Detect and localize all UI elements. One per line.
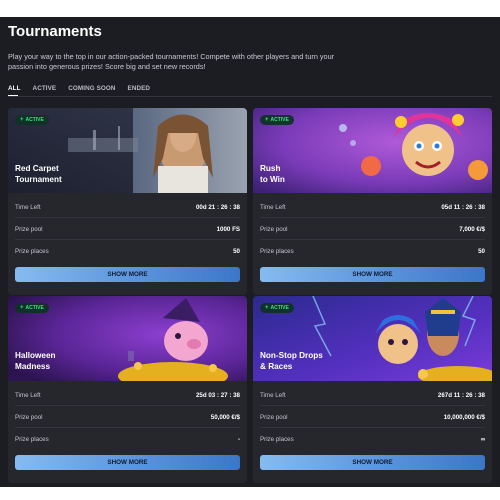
tournament-name: Non-Stop Drops & Races bbox=[260, 351, 323, 371]
prize-places-row: Prize places - bbox=[15, 435, 240, 443]
tab-all[interactable]: ALL bbox=[8, 85, 21, 92]
time-left-value: 05d 11 : 26 : 38 bbox=[441, 203, 485, 211]
time-left-value: 267d 11 : 26 : 38 bbox=[437, 391, 485, 399]
page-description: Play your way to the top in our action-p… bbox=[8, 52, 335, 71]
row-divider bbox=[260, 405, 485, 406]
row-divider bbox=[15, 405, 240, 406]
row-divider bbox=[260, 239, 485, 240]
tournaments-page: Tournaments Play your way to the top in … bbox=[0, 17, 500, 487]
tab-active[interactable]: ACTIVE bbox=[33, 85, 57, 92]
tournament-card: + ACTIVE Rush to Win Time Left 05d 11 : 2… bbox=[253, 108, 492, 295]
prize-pool-row: Prize pool 10,000,000 €/$ bbox=[260, 413, 485, 421]
prize-places-row: Prize places ∞ bbox=[260, 435, 485, 443]
filter-tabs: ALL ACTIVE COMING SOON ENDED bbox=[8, 85, 150, 92]
show-more-button[interactable]: SHOW MORE bbox=[260, 455, 485, 470]
tab-coming-soon[interactable]: COMING SOON bbox=[68, 85, 115, 92]
page-title: Tournaments bbox=[8, 23, 102, 40]
tournament-banner-image: + ACTIVE Rush to Win bbox=[253, 108, 492, 193]
tabs-divider bbox=[8, 96, 492, 97]
time-left-row: Time Left 00d 21 : 26 : 38 bbox=[15, 203, 240, 211]
prize-pool-value: 7,000 €/$ bbox=[459, 225, 485, 233]
active-badge: + ACTIVE bbox=[260, 303, 294, 313]
time-left-row: Time Left 05d 11 : 26 : 38 bbox=[260, 203, 485, 211]
tournament-banner-image: + ACTIVE Halloween Madness bbox=[8, 296, 247, 381]
prize-places-value: 50 bbox=[478, 247, 485, 255]
tournament-card: + ACTIVE Halloween Madness Time Left 25d … bbox=[8, 296, 247, 483]
tournament-name: Halloween Madness bbox=[15, 351, 56, 371]
prize-pool-value: 50,000 €/$ bbox=[210, 413, 240, 421]
active-badge: + ACTIVE bbox=[15, 115, 49, 125]
tournament-name: Red Carpet Tournament bbox=[15, 164, 62, 184]
show-more-button[interactable]: SHOW MORE bbox=[260, 267, 485, 282]
row-divider bbox=[15, 427, 240, 428]
prize-places-value: ∞ bbox=[480, 435, 485, 443]
row-divider bbox=[260, 217, 485, 218]
row-divider bbox=[15, 217, 240, 218]
tournament-card: + ACTIVE Red Carpet Tournament Time Left … bbox=[8, 108, 247, 295]
show-more-button[interactable]: SHOW MORE bbox=[15, 267, 240, 282]
active-badge: + ACTIVE bbox=[260, 115, 294, 125]
prize-places-row: Prize places 50 bbox=[260, 247, 485, 255]
active-badge: + ACTIVE bbox=[15, 303, 49, 313]
prize-pool-row: Prize pool 50,000 €/$ bbox=[15, 413, 240, 421]
row-divider bbox=[260, 427, 485, 428]
prize-pool-value: 1000 FS bbox=[216, 225, 240, 233]
tournament-banner-image: + ACTIVE Non-Stop Drops & Races bbox=[253, 296, 492, 381]
tournament-card: + ACTIVE Non-Stop Drops & Races Time Left… bbox=[253, 296, 492, 483]
time-left-value: 00d 21 : 26 : 38 bbox=[195, 203, 240, 211]
time-left-row: Time Left 25d 03 : 27 : 38 bbox=[15, 391, 240, 399]
prize-places-row: Prize places 50 bbox=[15, 247, 240, 255]
prize-pool-row: Prize pool 7,000 €/$ bbox=[260, 225, 485, 233]
prize-pool-row: Prize pool 1000 FS bbox=[15, 225, 240, 233]
prize-pool-value: 10,000,000 €/$ bbox=[443, 413, 485, 421]
row-divider bbox=[15, 239, 240, 240]
prize-places-value: - bbox=[237, 435, 240, 443]
tournament-name: Rush to Win bbox=[260, 164, 285, 184]
prize-places-value: 50 bbox=[233, 247, 240, 255]
tournament-banner-image: + ACTIVE Red Carpet Tournament bbox=[8, 108, 247, 193]
show-more-button[interactable]: SHOW MORE bbox=[15, 455, 240, 470]
time-left-value: 25d 03 : 27 : 38 bbox=[195, 391, 240, 399]
tab-ended[interactable]: ENDED bbox=[128, 85, 151, 92]
time-left-row: Time Left 267d 11 : 26 : 38 bbox=[260, 391, 485, 399]
